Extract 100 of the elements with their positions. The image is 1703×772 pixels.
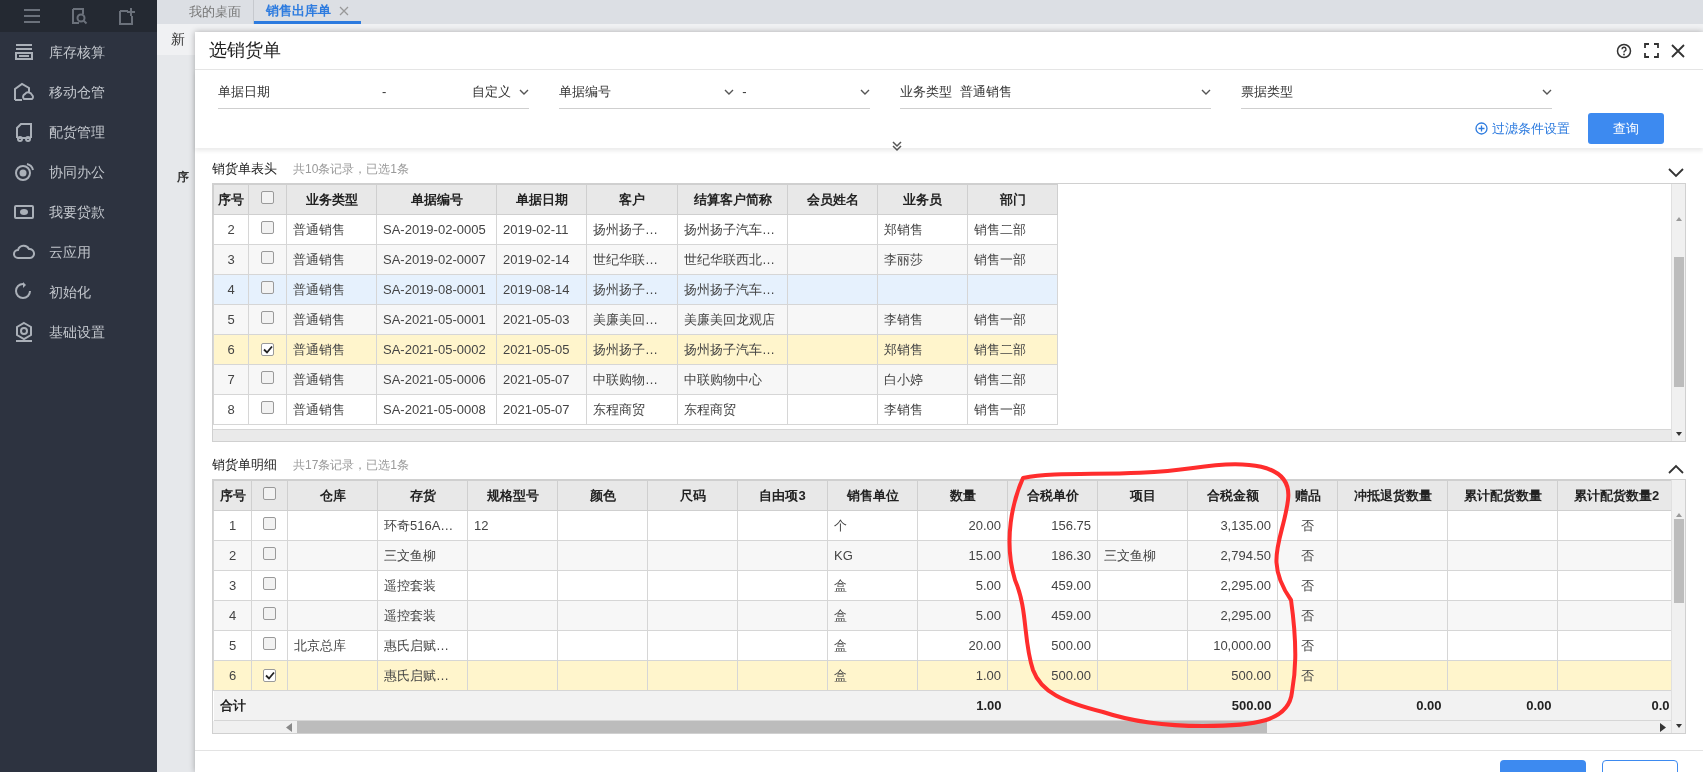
column-header[interactable]: 客户 — [586, 184, 678, 215]
caret-icon[interactable] — [519, 88, 529, 96]
table-cell: 扬州扬子汽车… — [677, 214, 788, 245]
scrollbar-thumb[interactable] — [1673, 257, 1684, 387]
checkbox[interactable] — [263, 546, 276, 560]
expand-icon[interactable] — [891, 140, 903, 152]
scroll-left-arrow-icon[interactable] — [286, 722, 292, 732]
checkbox[interactable] — [261, 400, 274, 414]
maximize-icon[interactable] — [1644, 43, 1659, 58]
column-header[interactable]: 颜色 — [557, 480, 648, 511]
checkbox[interactable] — [261, 342, 274, 356]
column-header[interactable]: 会员姓名 — [787, 184, 878, 215]
help-icon[interactable] — [1616, 42, 1632, 59]
column-header[interactable]: 冲抵退货数量 — [1337, 480, 1448, 511]
chevron-down-icon[interactable] — [1668, 168, 1684, 178]
sidebar-item[interactable]: 云应用 — [0, 232, 157, 272]
sidebar-item[interactable]: 配货管理 — [0, 112, 157, 152]
filter-field[interactable]: 单据编号 - — [559, 76, 870, 109]
table-row[interactable]: 6 惠氏启赋… 盒 1.00 500.00 500.00 否 — [213, 660, 1671, 691]
checkbox[interactable] — [261, 310, 274, 324]
table-row[interactable]: 4 普通销售 SA-2019-08-0001 2019-08-14 扬州扬子… 扬州扬子汽车… — [213, 274, 1058, 305]
record-summary: 共10条记录，已选1条 — [293, 161, 410, 178]
table-row[interactable]: 2 普通销售 SA-2019-02-0005 2019-02-11 扬州扬子… 扬州扬子汽车… 郑销售 销售二部 — [213, 214, 1058, 245]
table-cell: 普通销售 — [286, 334, 377, 365]
caret-icon[interactable] — [1201, 88, 1211, 96]
table-row[interactable]: 1 环奇516A… 12 个 20.00 156.75 3,135.00 否 — [213, 510, 1671, 541]
column-header[interactable]: 赠品 — [1277, 480, 1338, 511]
checkbox[interactable] — [263, 516, 276, 530]
chevron-up-icon[interactable] — [1668, 464, 1684, 474]
checkbox[interactable] — [263, 486, 276, 500]
horizontal-scrollbar[interactable] — [213, 721, 1671, 733]
scroll-right-arrow-icon[interactable] — [1660, 722, 1666, 732]
table-row[interactable]: 4 遥控套装 盒 5.00 459.00 2,295.00 否 — [213, 600, 1671, 631]
table-row[interactable]: 8 普通销售 SA-2021-05-0008 2021-05-07 东程商贸 东程商贸 李销售 销售一部 — [213, 394, 1058, 425]
vertical-scrollbar[interactable] — [1671, 480, 1685, 733]
checkbox[interactable] — [261, 370, 274, 384]
sidebar-item[interactable]: 移动仓管 — [0, 72, 157, 112]
close-icon[interactable] — [1671, 43, 1685, 58]
column-header[interactable]: 部门 — [967, 184, 1058, 215]
column-header[interactable]: 业务类型 — [286, 184, 377, 215]
table-cell: 盒 — [827, 660, 918, 691]
checkbox[interactable] — [263, 668, 276, 682]
checkbox[interactable] — [261, 220, 274, 234]
table-row[interactable]: 3 普通销售 SA-2019-02-0007 2019-02-14 世纪华联… 世纪华联西北… 李丽莎 销售一部 — [213, 244, 1058, 275]
table-row[interactable]: 7 普通销售 SA-2021-05-0006 2021-05-07 中联购物… 中联购物中心 白小婷 销售二部 — [213, 364, 1058, 395]
checkbox[interactable] — [263, 636, 276, 650]
checkbox[interactable] — [263, 576, 276, 590]
table-row[interactable]: 5 普通销售 SA-2021-05-0001 2021-05-03 美廉美回… 美廉美回龙观店 李销售 销售一部 — [213, 304, 1058, 335]
filter-settings-link[interactable]: 过滤条件设置 — [1475, 118, 1570, 139]
checkbox[interactable] — [263, 606, 276, 620]
scroll-down-arrow-icon[interactable] — [1675, 432, 1682, 436]
column-header[interactable]: 单据日期 — [496, 184, 587, 215]
sidebar-item[interactable]: 协同办公 — [0, 152, 157, 192]
checkbox[interactable] — [261, 190, 274, 204]
column-header[interactable]: 合税金额 — [1187, 480, 1278, 511]
table-row[interactable]: 5 北京总库 惠氏启赋… 盒 20.00 500.00 10,000.00 否 — [213, 630, 1671, 661]
sidebar-item[interactable]: 库存核算 — [0, 32, 157, 72]
checkbox[interactable] — [261, 250, 274, 264]
column-header[interactable]: 累计配货数量 — [1447, 480, 1558, 511]
search-document-icon[interactable] — [69, 7, 88, 25]
caret-icon[interactable] — [860, 88, 870, 96]
column-header[interactable]: 仓库 — [287, 480, 378, 511]
table-row[interactable]: 2 三文鱼柳 KG 15.00 186.30 三文鱼柳 2,794.50 否 — [213, 540, 1671, 571]
column-header[interactable]: 规格型号 — [467, 480, 558, 511]
scroll-up-arrow-icon[interactable] — [1675, 513, 1682, 517]
scroll-down-arrow-icon[interactable] — [1675, 724, 1682, 728]
table-cell: 世纪华联… — [586, 244, 678, 275]
column-header[interactable]: 存货 — [377, 480, 468, 511]
filter-field[interactable]: 单据日期 - 自定义 — [218, 76, 529, 109]
column-header[interactable]: 尺码 — [647, 480, 738, 511]
filter-field[interactable]: 业务类型 普通销售 — [900, 76, 1211, 109]
column-header[interactable]: 项目 — [1097, 480, 1188, 511]
table-cell: 个 — [827, 510, 918, 541]
scrollbar-thumb[interactable] — [1673, 519, 1684, 603]
column-header[interactable]: 业务员 — [877, 184, 968, 215]
add-document-icon[interactable] — [116, 7, 135, 25]
filter-field[interactable]: 票据类型 — [1241, 76, 1552, 109]
column-header[interactable]: 序号 — [213, 480, 252, 511]
scrollbar-thumb[interactable] — [297, 721, 1267, 733]
column-header[interactable]: 序号 — [213, 184, 249, 215]
column-header[interactable]: 销售单位 — [827, 480, 918, 511]
column-header[interactable]: 数量 — [917, 480, 1008, 511]
sidebar-item[interactable]: 我要贷款 — [0, 192, 157, 232]
caret-icon[interactable] — [1542, 88, 1552, 96]
table-row[interactable]: 3 遥控套装 盒 5.00 459.00 2,295.00 否 — [213, 570, 1671, 601]
sidebar-item[interactable]: 初始化 — [0, 272, 157, 312]
column-header[interactable]: 单据编号 — [376, 184, 497, 215]
dialog-button[interactable] — [1602, 760, 1678, 772]
vertical-scrollbar[interactable] — [1671, 184, 1685, 441]
checkbox[interactable] — [261, 280, 274, 294]
column-header[interactable]: 自由项3 — [737, 480, 828, 511]
sidebar-item[interactable]: 基础设置 — [0, 312, 157, 352]
caret-icon[interactable] — [724, 88, 735, 96]
scroll-up-arrow-icon[interactable] — [1675, 217, 1682, 221]
table-cell: 2021-05-03 — [496, 304, 587, 335]
toolbar-text[interactable]: 新 — [171, 29, 185, 50]
menu-icon[interactable] — [22, 8, 41, 24]
column-header[interactable]: 结算客户简称 — [677, 184, 788, 215]
table-row[interactable]: 6 普通销售 SA-2021-05-0002 2021-05-05 扬州扬子… 扬州扬子汽车… 郑销售 销售二部 — [213, 334, 1058, 365]
column-header[interactable]: 合税单价 — [1007, 480, 1098, 511]
